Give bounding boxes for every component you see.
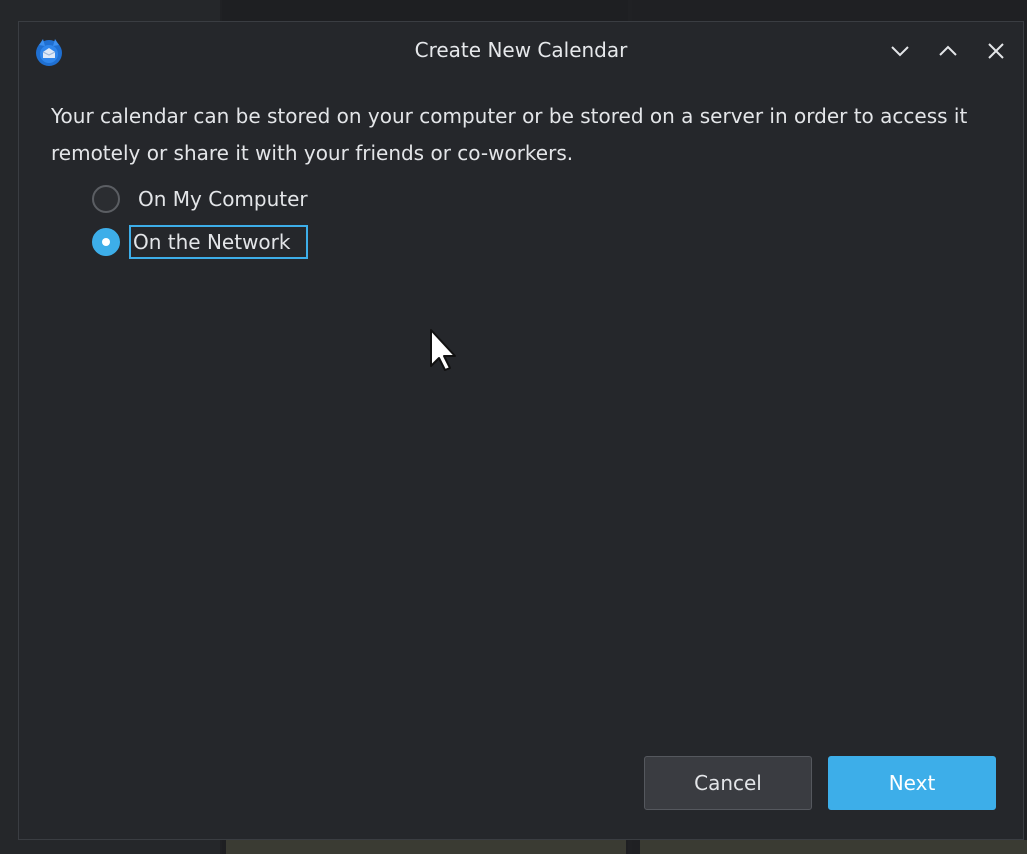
close-icon	[988, 43, 1004, 59]
background-strip-bottom-right	[640, 840, 1027, 854]
chevron-up-icon	[939, 45, 957, 56]
maximize-button[interactable]	[935, 38, 961, 64]
next-button[interactable]: Next	[828, 756, 996, 810]
radio-button-unchecked[interactable]	[92, 185, 120, 213]
radio-label-on-the-network: On the Network	[129, 225, 309, 259]
background-strip-bottom	[226, 840, 626, 854]
window-title: Create New Calendar	[414, 38, 628, 62]
radio-on-my-computer[interactable]: On My Computer	[92, 182, 312, 216]
minimize-button[interactable]	[887, 38, 913, 64]
radio-label-on-my-computer: On My Computer	[138, 187, 308, 211]
create-calendar-dialog: Create New Calendar Your calendar can be…	[18, 21, 1024, 840]
radio-on-the-network[interactable]: On the Network	[92, 225, 309, 259]
cancel-button[interactable]: Cancel	[644, 756, 812, 810]
mouse-pointer-icon	[428, 328, 458, 372]
radio-button-checked[interactable]	[92, 228, 120, 256]
close-button[interactable]	[983, 38, 1009, 64]
title-bar[interactable]: Create New Calendar	[19, 22, 1023, 78]
chevron-down-icon	[891, 46, 909, 57]
storage-description: Your calendar can be stored on your comp…	[51, 104, 968, 165]
